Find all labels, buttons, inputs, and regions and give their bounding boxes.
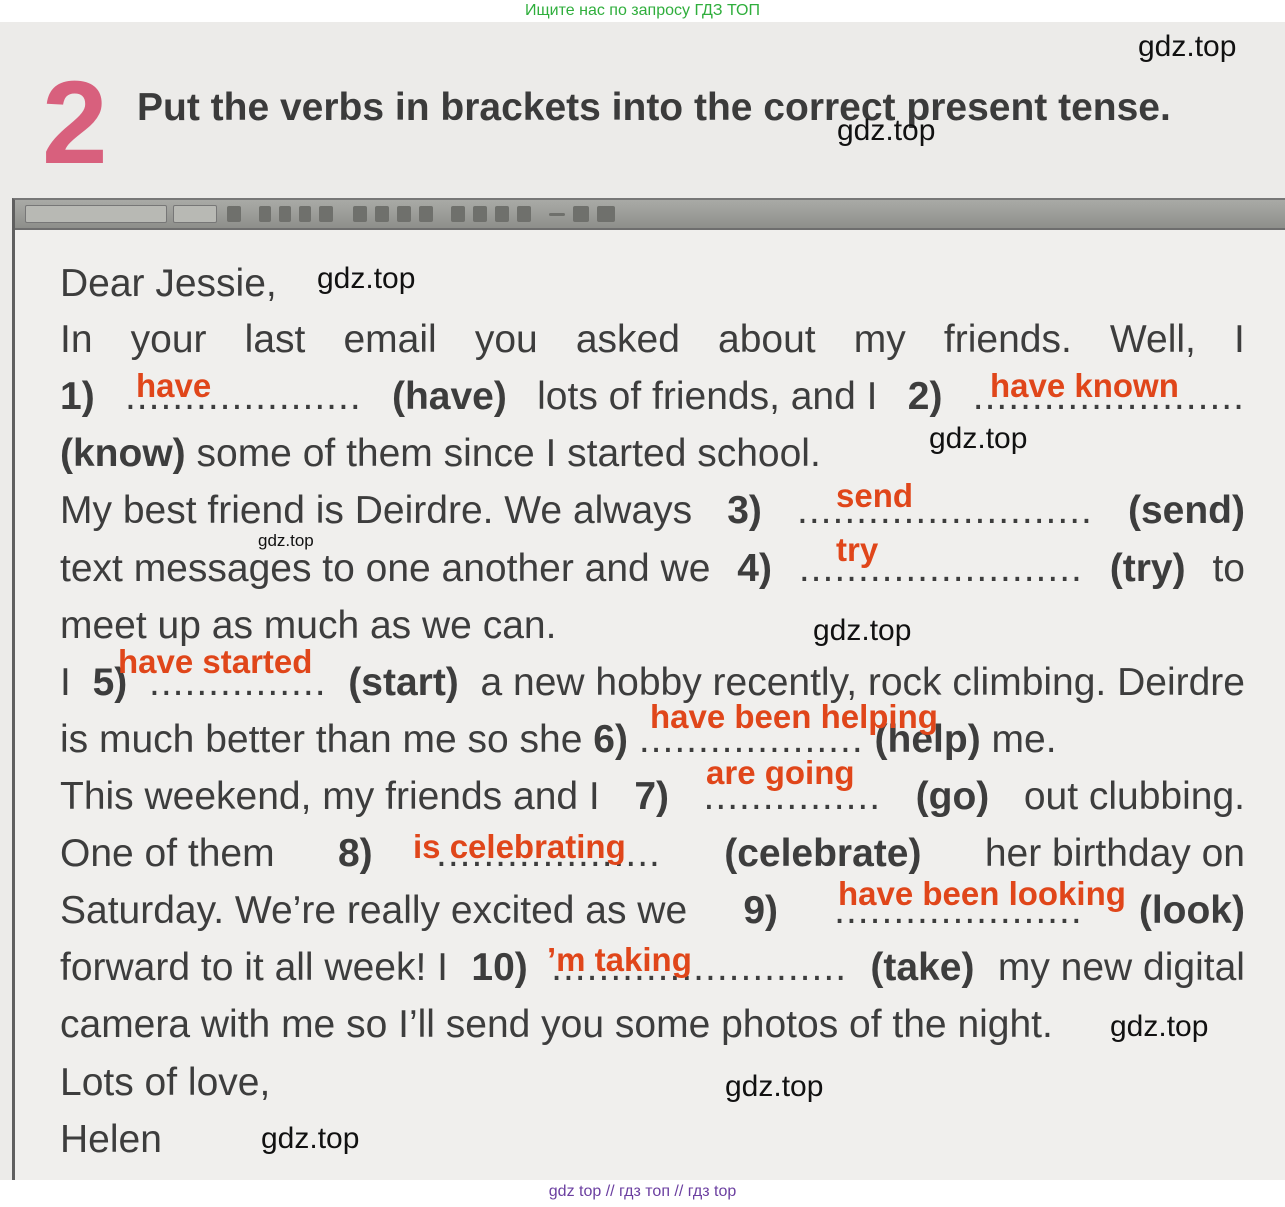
bold-icon xyxy=(259,206,271,222)
letter-signature: Helen xyxy=(60,1118,162,1161)
horizontal-rule-icon xyxy=(549,213,565,216)
letter-text: a new hobby recently, rock climbing. Dei… xyxy=(480,661,1245,704)
watermark: gdz.top xyxy=(837,114,936,147)
gap-number: 7) xyxy=(634,775,669,818)
letter-text: forward to it all week! I xyxy=(60,946,448,989)
verb-prompt: (take) xyxy=(870,946,975,989)
font-select-dropdown xyxy=(25,205,167,223)
editor-toolbar xyxy=(15,200,1285,230)
gap-number: 4) xyxy=(737,547,772,590)
watermark: gdz.top xyxy=(813,614,912,647)
letter-text: some of them since I started school. xyxy=(196,432,821,475)
letter-text: text messages to one another and we xyxy=(60,547,711,590)
outdent-icon xyxy=(397,206,411,222)
answer-7: are going xyxy=(706,754,855,791)
letter-text: This weekend, my friends and I xyxy=(60,775,600,818)
word: In xyxy=(60,318,93,361)
watermark: gdz.top xyxy=(261,1122,360,1155)
gap-number: 3) xyxy=(727,489,762,532)
word: you xyxy=(474,318,538,361)
bottom-links[interactable]: gdz top // гдз топ // гдз top xyxy=(0,1180,1285,1207)
letter-line-14: camera with me so I’ll send you some pho… xyxy=(60,1003,1053,1046)
text-color-icon xyxy=(319,206,333,222)
letter-text: her birthday on xyxy=(984,832,1245,875)
watermark: gdz.top xyxy=(725,1070,824,1103)
word: about xyxy=(718,318,816,361)
letter-text: I xyxy=(60,661,71,704)
letter-text: my new digital xyxy=(997,946,1245,989)
link-icon xyxy=(573,206,589,222)
watermark: gdz.top xyxy=(1110,1010,1209,1043)
letter-line-7: meet up as much as we can. xyxy=(60,604,557,647)
letter-line-10: This weekend, my friends and I 7) ......… xyxy=(60,777,1245,816)
letter-line-4: (know) some of them since I started scho… xyxy=(60,434,821,473)
gap-number: 10) xyxy=(471,946,528,989)
letter-greeting: Dear Jessie, xyxy=(60,262,277,305)
word: I xyxy=(1234,318,1245,361)
size-select-dropdown xyxy=(173,205,217,223)
answer-8: is celebrating xyxy=(413,828,626,865)
letter-line-11: One of them 8) ................... (cele… xyxy=(60,834,1245,873)
gap-number: 6) xyxy=(593,718,628,761)
letter-line-5: My best friend is Deirdre. We always 3) … xyxy=(60,491,1245,530)
gap-number: 8) xyxy=(337,832,373,875)
word: your xyxy=(130,318,207,361)
letter-closing: Lots of love, xyxy=(60,1061,271,1104)
letter-text: is much better than me so she xyxy=(60,718,583,761)
answer-9: have been looking xyxy=(838,875,1126,912)
justify-icon xyxy=(517,206,531,222)
italic-icon xyxy=(279,206,291,222)
answer-1: have xyxy=(136,367,212,404)
letter-text: me. xyxy=(991,718,1057,761)
answer-10: ’m taking xyxy=(547,941,692,978)
image-icon xyxy=(597,206,615,222)
answer-6: have been helping xyxy=(650,698,938,735)
letter-line-6: text messages to one another and we 4) .… xyxy=(60,549,1245,588)
format-icon xyxy=(227,206,241,222)
answer-2: have known xyxy=(990,367,1179,404)
underline-icon xyxy=(299,206,311,222)
bullet-list-icon xyxy=(375,206,389,222)
word: my xyxy=(853,318,906,361)
verb-prompt: (go) xyxy=(915,775,990,818)
gap-number: 9) xyxy=(743,889,778,932)
numbered-list-icon xyxy=(353,206,367,222)
verb-prompt: (look) xyxy=(1138,889,1245,932)
word: last xyxy=(244,318,306,361)
watermark: gdz.top xyxy=(929,422,1028,455)
watermark: gdz.top xyxy=(317,262,416,295)
verb-prompt: (have) xyxy=(391,375,507,418)
exercise-instruction: Put the verbs in brackets into the corre… xyxy=(137,86,1171,129)
verb-prompt: (celebrate) xyxy=(724,832,922,875)
word: Well, xyxy=(1109,318,1196,361)
exercise-number: 2 xyxy=(42,57,108,189)
align-center-icon xyxy=(473,206,487,222)
verb-prompt: (send) xyxy=(1127,489,1245,532)
word: asked xyxy=(575,318,680,361)
letter-text: One of them xyxy=(60,832,275,875)
watermark: gdz.top xyxy=(1138,30,1237,63)
letter-text: Saturday. We’re really excited as we xyxy=(60,889,688,932)
letter-text: out clubbing. xyxy=(1023,775,1245,818)
watermark: gdz.top xyxy=(258,531,314,550)
top-banner[interactable]: Ищите нас по запросу ГДЗ ТОП xyxy=(0,0,1285,22)
letter-text: My best friend is Deirdre. We always xyxy=(60,489,693,532)
answer-3: send xyxy=(836,477,914,514)
gap-number: 2) xyxy=(907,375,943,418)
verb-prompt: (start) xyxy=(348,661,459,704)
verb-prompt: (know) xyxy=(60,432,186,475)
gap-number: 1) xyxy=(60,375,95,418)
letter-line-2: In your last email you asked about my fr… xyxy=(60,320,1245,359)
word: friends. xyxy=(943,318,1072,361)
textbook-page: 2 Put the verbs in brackets into the cor… xyxy=(0,22,1285,1180)
align-left-icon xyxy=(451,206,465,222)
letter-text: lots of friends, and I xyxy=(537,375,878,418)
indent-icon xyxy=(419,206,433,222)
verb-prompt: (try) xyxy=(1109,547,1186,590)
align-right-icon xyxy=(495,206,509,222)
answer-5: have started xyxy=(118,643,313,680)
answer-4: try xyxy=(836,531,879,568)
letter-text: to xyxy=(1212,547,1245,590)
word: email xyxy=(343,318,437,361)
